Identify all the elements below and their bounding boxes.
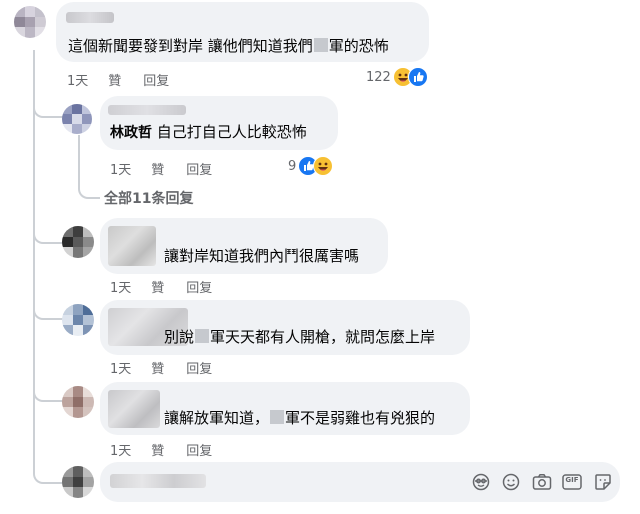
comment-actions: 1天 贊 回复	[110, 440, 234, 459]
avatar[interactable]	[62, 104, 92, 134]
avatar[interactable]	[14, 6, 46, 38]
comment-text: 這個新聞要發到對岸 讓他們知道我們 軍的恐怖	[68, 37, 389, 55]
comment-bubble: 別說 軍天天都有人開槍，就問怎麼上岸	[100, 300, 470, 355]
author-tag[interactable]: 林政哲	[110, 125, 152, 141]
thread-connector	[33, 60, 63, 118]
author-name-redacted[interactable]	[66, 12, 114, 23]
camera-icon[interactable]	[532, 473, 552, 491]
comment-bubble: 讓解放軍知道， 軍不是弱雞也有兇狠的	[100, 382, 470, 435]
reaction-summary[interactable]: 9	[288, 156, 334, 176]
redacted-character	[195, 329, 210, 343]
author-name-redacted[interactable]	[108, 390, 160, 428]
haha-reaction-icon	[313, 156, 334, 176]
reply-link[interactable]: 回复	[186, 362, 212, 377]
comment-bubble: 這個新聞要發到對岸 讓他們知道我們 軍的恐怖	[56, 2, 429, 62]
author-name-redacted[interactable]	[108, 226, 156, 266]
comment-actions: 1天 贊 回复	[110, 358, 234, 377]
thread-connector	[33, 318, 63, 402]
comment-actions: 1天 贊 回复	[110, 277, 234, 296]
comment-text: 讓對岸知道我們內鬥很厲害嗎	[164, 247, 360, 265]
comment-age[interactable]: 1天	[110, 281, 131, 296]
comment-bubble: 讓對岸知道我們內鬥很厲害嗎	[100, 218, 388, 274]
author-name-redacted[interactable]	[108, 105, 186, 115]
thread-connector	[33, 400, 63, 484]
reply-text-line: 林政哲 自己打自己人比較恐怖	[110, 122, 307, 143]
reply-link[interactable]: 回复	[186, 444, 212, 459]
emoji-icon[interactable]	[502, 473, 520, 491]
reply-link[interactable]: 回复	[186, 163, 212, 178]
comment-age[interactable]: 1天	[110, 444, 131, 459]
reply-bubble: 林政哲 自己打自己人比較恐怖	[100, 96, 338, 150]
like-link[interactable]: 贊	[151, 362, 164, 377]
reply-thread-connector	[78, 160, 100, 199]
reply-link[interactable]: 回复	[143, 74, 169, 89]
comment-actions: 1天 贊 回复	[110, 159, 234, 178]
reaction-count: 122	[366, 69, 391, 85]
comment-actions: 1天 贊 回复	[67, 70, 191, 89]
comment-text: 別說 軍天天都有人開槍，就問怎麼上岸	[164, 328, 436, 346]
redacted-character	[313, 38, 328, 52]
gif-icon[interactable]: GIF	[562, 473, 582, 491]
comment-age[interactable]: 1天	[110, 163, 131, 178]
current-user-avatar[interactable]	[62, 466, 94, 498]
reply-link[interactable]: 回复	[186, 281, 212, 296]
like-link[interactable]: 贊	[108, 74, 121, 89]
view-all-replies-link[interactable]: 全部11条回复	[104, 188, 193, 208]
sticker-face-icon[interactable]	[472, 473, 490, 491]
like-link[interactable]: 贊	[151, 444, 164, 459]
comment-age[interactable]: 1天	[67, 74, 88, 89]
thread-connector	[33, 116, 63, 244]
composer-name-redacted	[110, 474, 206, 488]
avatar[interactable]	[62, 226, 94, 258]
avatar[interactable]	[62, 386, 94, 418]
avatar[interactable]	[62, 304, 94, 336]
reaction-count: 9	[288, 158, 297, 174]
redacted-character	[270, 410, 285, 424]
reply-text: 自己打自己人比較恐怖	[156, 123, 307, 141]
like-link[interactable]: 贊	[151, 163, 164, 178]
thread-connector	[33, 242, 63, 320]
sticker-icon[interactable]	[594, 473, 612, 491]
like-reaction-icon	[407, 67, 428, 87]
reaction-summary[interactable]: 122	[366, 67, 428, 87]
like-link[interactable]: 贊	[151, 281, 164, 296]
comment-text: 讓解放軍知道， 軍不是弱雞也有兇狠的	[164, 409, 436, 427]
comment-age[interactable]: 1天	[110, 362, 131, 377]
gif-label: GIF	[565, 476, 579, 484]
